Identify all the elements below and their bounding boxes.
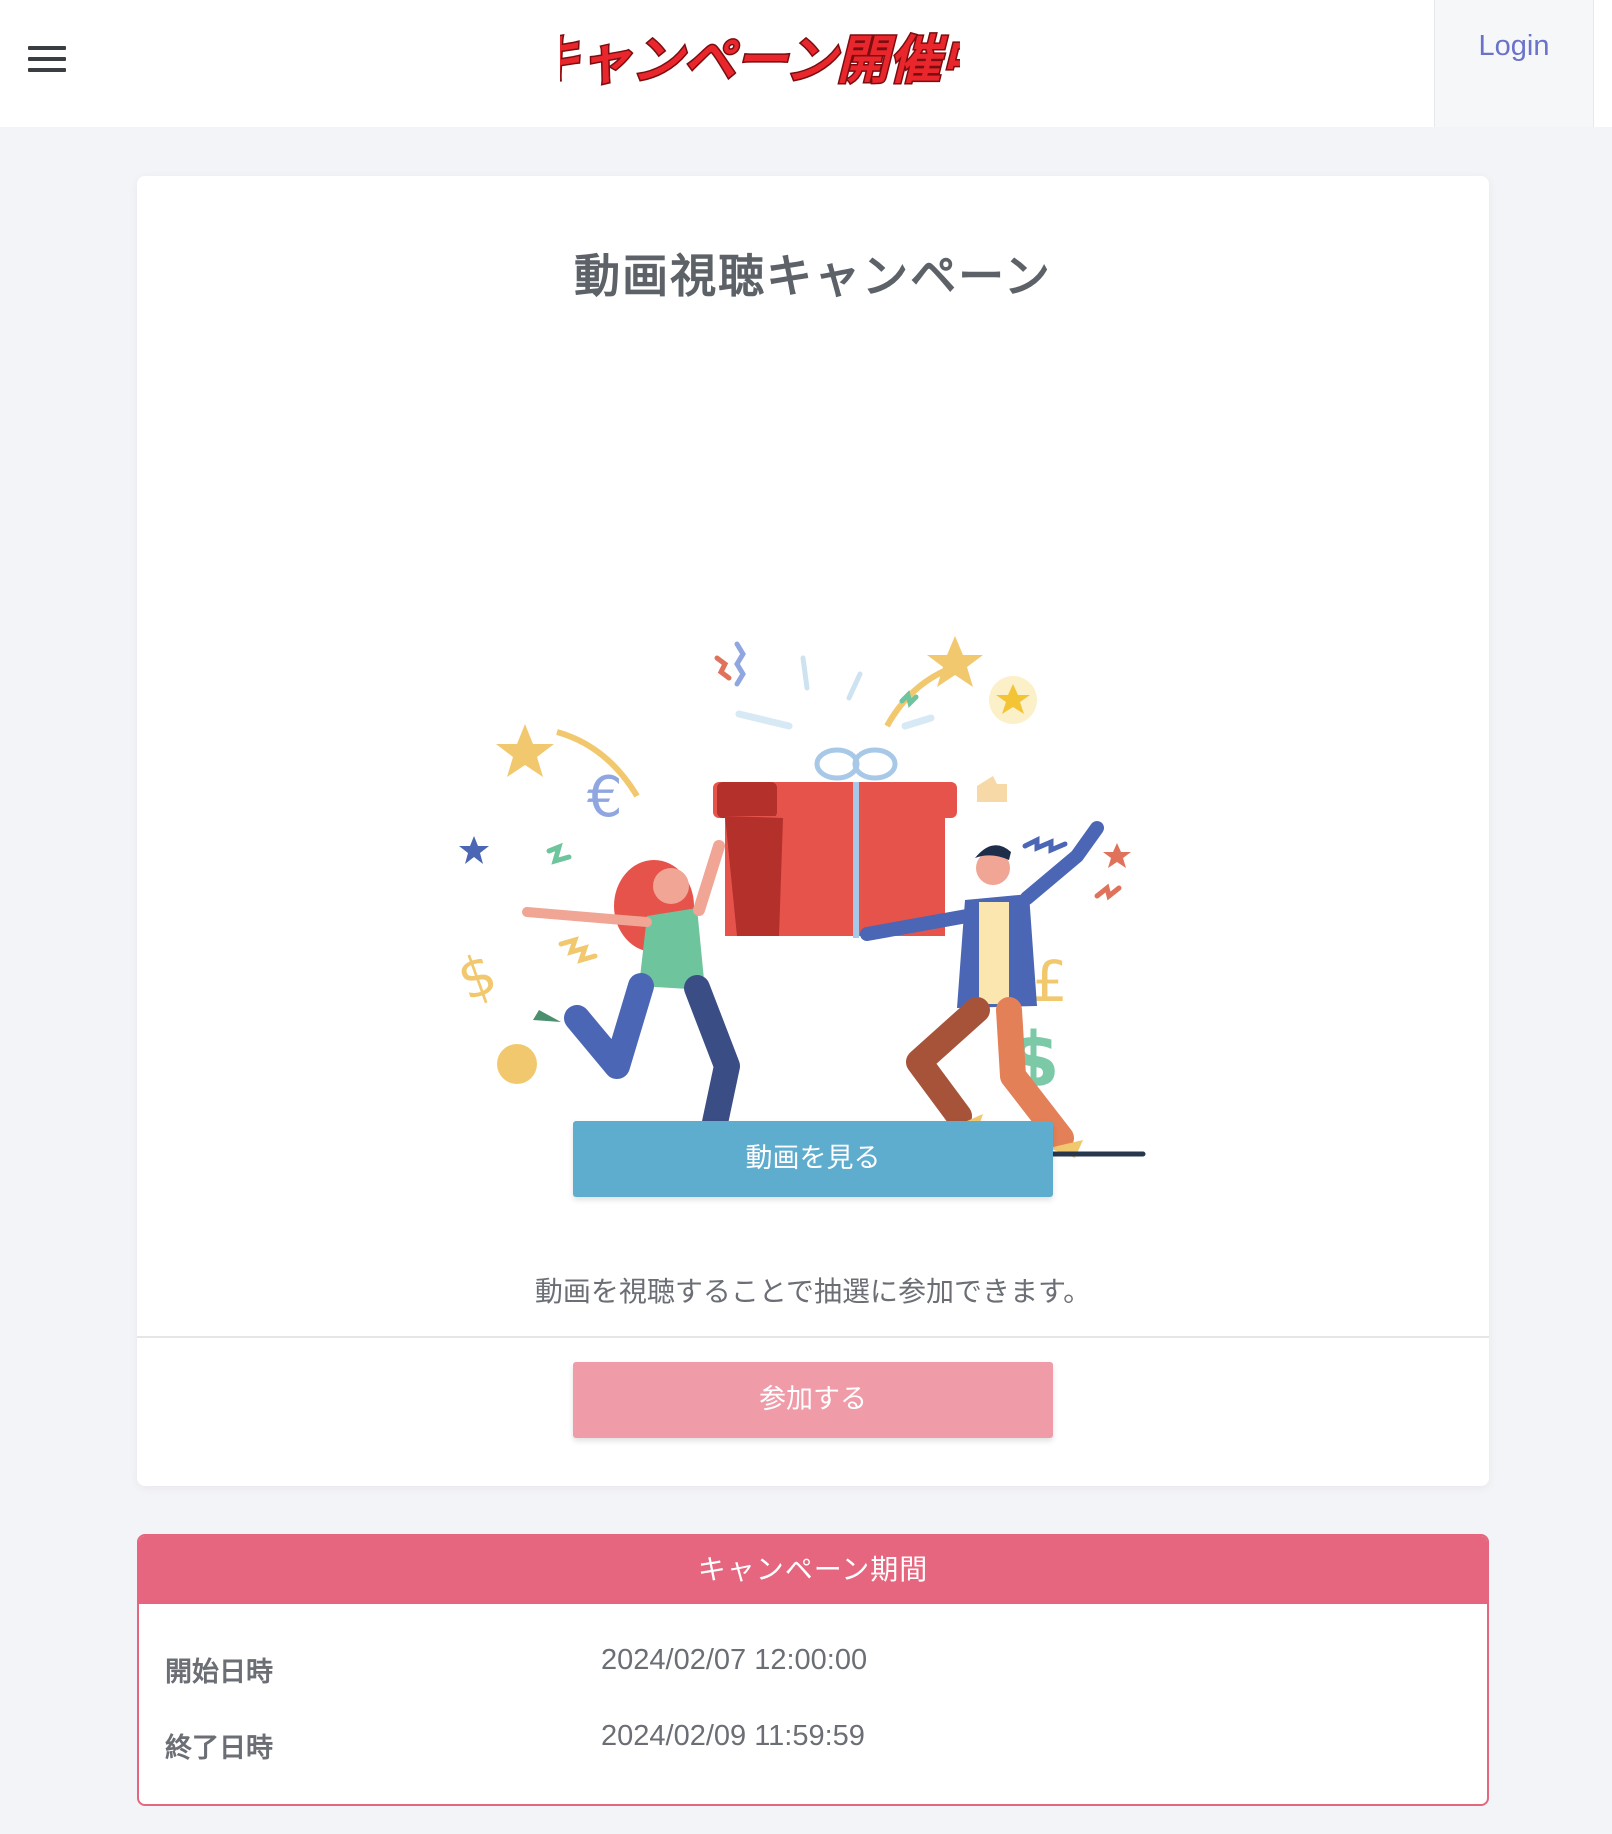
pound-icon: £ (1032, 950, 1068, 1015)
woman-figure (522, 840, 740, 1156)
start-datetime-label: 開始日時 (165, 1657, 273, 1688)
end-datetime-value: 2024/02/09 11:59:59 (601, 1720, 865, 1752)
login-link[interactable]: Login (1435, 30, 1593, 63)
login-box: Login (1434, 0, 1594, 127)
euro-icon: € (587, 765, 623, 830)
join-button[interactable]: 参加する (573, 1362, 1053, 1438)
campaign-card: 動画視聴キャンペーン € $ £ $ 動画を見る 動画を視聴することで抽選に参加… (137, 176, 1489, 1486)
end-datetime-label: 終了日時 (165, 1733, 273, 1764)
hamburger-menu-icon[interactable] (28, 46, 66, 74)
gift-celebration-illustration: € $ £ $ (457, 636, 1146, 1158)
divider (137, 1336, 1489, 1338)
watch-video-button[interactable]: 動画を見る (573, 1121, 1053, 1197)
campaign-logo: キャンペーン開催中 (560, 30, 960, 93)
campaign-period-heading: キャンペーン期間 (139, 1536, 1487, 1604)
page-title: 動画視聴キャンペーン (574, 249, 1052, 303)
campaign-period-panel: キャンペーン期間 開始日時 2024/02/07 12:00:00 終了日時 2… (137, 1534, 1489, 1806)
logo-text: キャンペーン開催中 (560, 31, 960, 91)
top-header: キャンペーン開催中 Login (0, 0, 1612, 127)
campaign-description: 動画を視聴することで抽選に参加できます。 (534, 1275, 1092, 1308)
thumbs-up-icon (977, 776, 1007, 802)
gift-box-icon (713, 747, 957, 938)
start-datetime-value: 2024/02/07 12:00:00 (601, 1644, 868, 1676)
dollar-icon: $ (457, 941, 505, 1014)
